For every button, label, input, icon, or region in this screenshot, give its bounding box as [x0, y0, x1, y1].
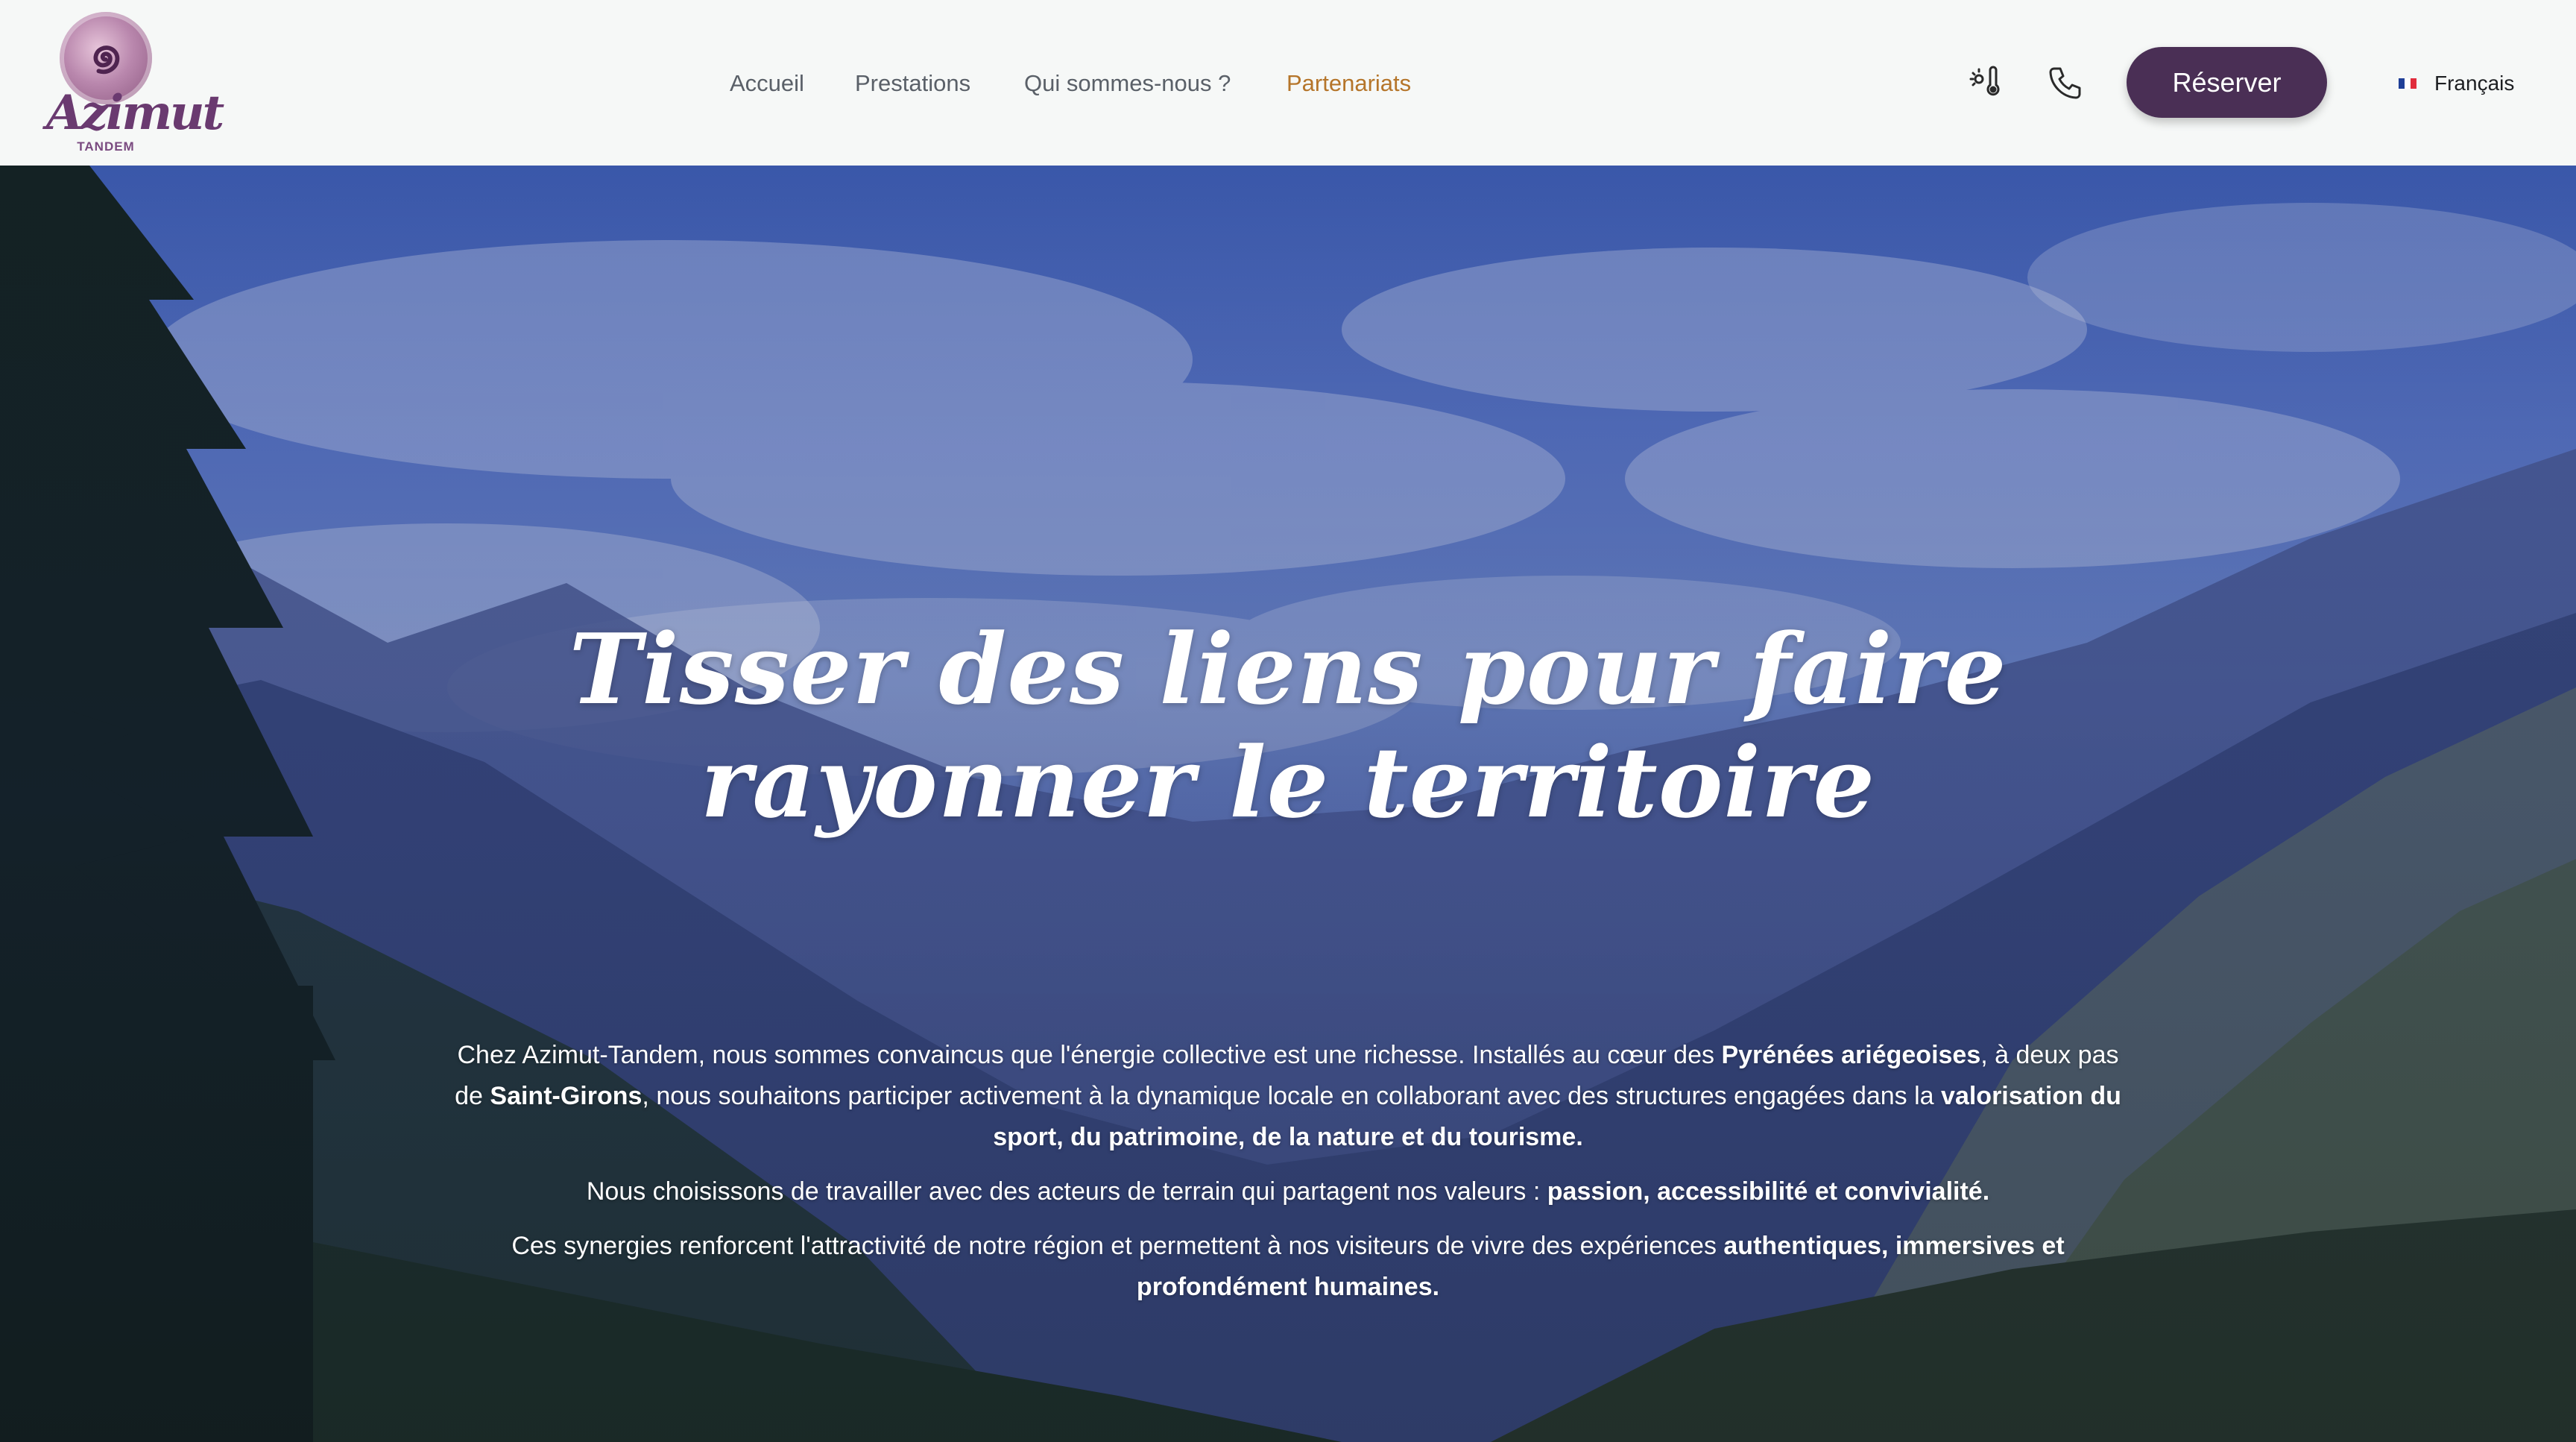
reserve-button[interactable]: Réserver — [2127, 47, 2327, 118]
hero-title: Tisser des liens pour faire rayonner le … — [569, 612, 2007, 840]
hero-paragraph-3: Ces synergies renforcent l'attractivité … — [511, 1232, 2065, 1301]
hero-paragraph-1: Chez Azimut-Tandem, nous sommes convainc… — [455, 1041, 2121, 1151]
hero-description: Chez Azimut-Tandem, nous sommes convainc… — [447, 1035, 2129, 1321]
hero-section: Tisser des liens pour faire rayonner le … — [0, 166, 2576, 1442]
phone-icon[interactable] — [2044, 63, 2084, 103]
site-header: Azimut TANDEM Accueil Prestations Qui so… — [0, 0, 2576, 166]
brand-subtitle: TANDEM — [77, 139, 135, 154]
weather-icon[interactable] — [1966, 63, 2007, 103]
brand-name: Azimut — [46, 85, 224, 141]
french-flag-icon — [2399, 78, 2416, 89]
language-label: Français — [2434, 72, 2515, 95]
nav-item-accueil[interactable]: Accueil — [730, 69, 804, 98]
site-logo[interactable]: Azimut TANDEM — [46, 12, 224, 154]
nav-item-partenariats[interactable]: Partenariats — [1287, 69, 1411, 98]
nav-item-qui-sommes-nous[interactable]: Qui sommes-nous ? — [1024, 69, 1231, 98]
hero-paragraph-2: Nous choisissons de travailler avec des … — [586, 1177, 1990, 1206]
language-selector[interactable]: Français — [2399, 69, 2514, 98]
nav-item-prestations[interactable]: Prestations — [855, 69, 970, 98]
